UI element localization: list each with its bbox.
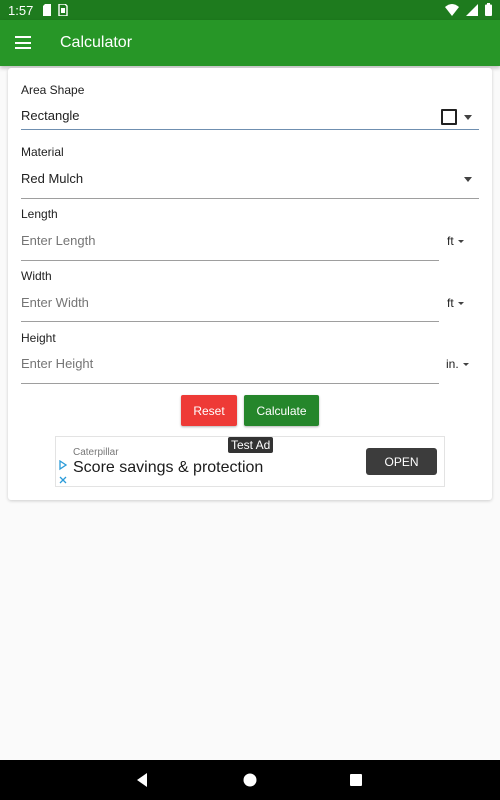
status-bar: 1:57 — [0, 0, 500, 20]
home-icon[interactable] — [242, 772, 258, 788]
chevron-down-icon — [457, 302, 464, 306]
length-unit: ft — [447, 234, 454, 248]
area-shape-value[interactable]: Rectangle — [21, 108, 80, 123]
width-underline — [21, 321, 439, 322]
width-unit: ft — [447, 296, 454, 310]
calculate-button[interactable]: Calculate — [244, 395, 319, 426]
app-title: Calculator — [60, 34, 133, 51]
sd-card-icon — [43, 4, 51, 16]
wifi-icon — [445, 3, 459, 16]
chevron-down-icon — [462, 363, 469, 367]
adchoices-icon[interactable] — [59, 460, 67, 486]
length-label: Length — [21, 207, 58, 221]
navigation-bar — [0, 760, 500, 800]
battery-icon — [485, 3, 492, 16]
area-shape-dropdown-icon[interactable] — [464, 115, 472, 120]
ad-headline[interactable]: Score savings & protection — [73, 459, 263, 477]
material-underline — [21, 198, 479, 199]
signal-icon — [466, 3, 478, 16]
reset-button[interactable]: Reset — [181, 395, 237, 426]
ad-banner[interactable]: Caterpillar Score savings & protection T… — [55, 436, 445, 487]
back-icon[interactable] — [134, 772, 150, 788]
height-input[interactable]: Enter Height — [21, 356, 93, 371]
height-unit-select[interactable]: in. — [446, 357, 469, 371]
height-unit: in. — [446, 357, 459, 371]
recents-icon[interactable] — [348, 772, 364, 788]
material-label: Material — [21, 145, 64, 159]
ad-tag: Test Ad — [228, 437, 274, 453]
area-shape-underline — [21, 129, 479, 130]
material-value[interactable]: Red Mulch — [21, 171, 83, 186]
calculator-card: Area Shape Rectangle Material Red Mulch … — [8, 68, 492, 500]
chevron-down-icon — [457, 240, 464, 244]
material-dropdown-icon[interactable] — [464, 177, 472, 182]
length-unit-select[interactable]: ft — [447, 234, 464, 248]
area-shape-label: Area Shape — [21, 83, 85, 97]
length-input[interactable]: Enter Length — [21, 233, 95, 248]
width-unit-select[interactable]: ft — [447, 296, 464, 310]
checkbox-icon[interactable] — [441, 109, 457, 125]
width-input[interactable]: Enter Width — [21, 295, 89, 310]
length-underline — [21, 260, 439, 261]
app-bar: Calculator — [0, 20, 500, 66]
width-label: Width — [21, 269, 52, 283]
height-label: Height — [21, 331, 56, 345]
status-time: 1:57 — [8, 3, 34, 18]
sim-icon — [58, 4, 68, 16]
ad-open-button[interactable]: OPEN — [366, 448, 437, 475]
height-underline — [21, 383, 439, 384]
menu-icon[interactable] — [15, 36, 31, 49]
ad-advertiser: Caterpillar — [73, 447, 119, 458]
